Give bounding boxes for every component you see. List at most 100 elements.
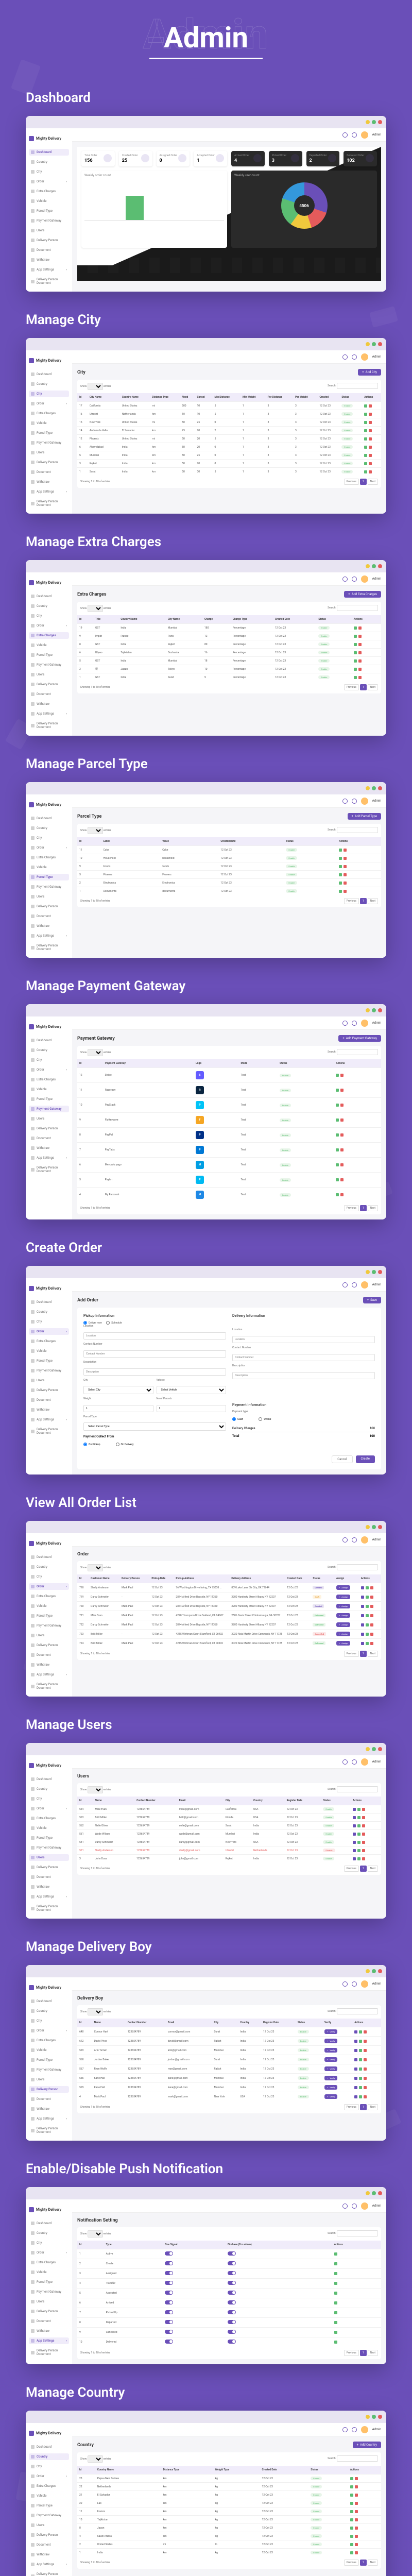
avatar[interactable] (361, 575, 368, 583)
sidebar-item-0[interactable]: Dashboard (29, 2220, 69, 2227)
col-header[interactable]: Created Date (260, 2466, 309, 2475)
edit-icon[interactable] (334, 2272, 337, 2275)
sidebar-item-6[interactable]: Parcel Type (29, 1096, 69, 1103)
minimize-icon[interactable] (366, 1270, 370, 1274)
sidebar-item-5[interactable]: Vehicle (29, 2269, 69, 2276)
sidebar-item-13[interactable]: Delivery Person Document (29, 2571, 69, 2576)
view-icon[interactable] (361, 1596, 364, 1599)
delete-icon[interactable] (340, 1089, 344, 1092)
view-icon[interactable] (354, 2058, 357, 2061)
avatar[interactable] (361, 2426, 368, 2433)
sidebar-item-13[interactable]: Delivery Person Document (29, 942, 69, 953)
bell-icon[interactable] (352, 1981, 357, 1987)
sidebar-item-1[interactable]: Country (29, 159, 69, 165)
sidebar-item-10[interactable]: Document (29, 469, 69, 476)
sidebar-item-3[interactable]: Order (29, 2027, 69, 2034)
col-header[interactable]: Status (308, 2466, 348, 2475)
bell-icon[interactable] (352, 1282, 357, 1287)
col-header[interactable]: City Name (88, 393, 120, 402)
delete-icon[interactable] (362, 1824, 365, 1827)
edit-icon[interactable] (336, 1193, 339, 1196)
edit-icon[interactable] (336, 1074, 339, 1077)
maximize-icon[interactable] (372, 342, 376, 346)
sidebar-item-1[interactable]: Country (29, 603, 69, 609)
sidebar-item-8[interactable]: Users (29, 2076, 69, 2083)
onesignal-toggle[interactable] (165, 2281, 173, 2285)
onesignal-toggle[interactable] (165, 2251, 173, 2256)
search-input[interactable] (337, 2008, 378, 2014)
edit-icon[interactable] (357, 1808, 360, 1811)
verify-button[interactable]: Verify (324, 2029, 337, 2034)
sidebar-item-12[interactable]: App Settings (29, 1416, 69, 1423)
search-input[interactable] (337, 1564, 378, 1570)
sidebar-item-7[interactable]: Payment Gateway (29, 1367, 69, 1374)
col-header[interactable]: Weight Type (213, 2466, 260, 2475)
sidebar-item-2[interactable]: City (29, 2018, 69, 2024)
edit-icon[interactable] (364, 437, 367, 440)
col-header[interactable]: Actions (334, 1059, 381, 1068)
edit-icon[interactable] (336, 1089, 339, 1092)
prev-button[interactable]: Previous (344, 479, 359, 485)
sidebar-item-8[interactable]: Users (29, 893, 69, 900)
sidebar-item-3[interactable]: Order (29, 2249, 69, 2256)
maximize-icon[interactable] (372, 1969, 376, 1973)
bell-icon[interactable] (352, 354, 357, 360)
delete-icon[interactable] (364, 2077, 367, 2080)
delete-icon[interactable] (355, 2510, 358, 2513)
sidebar-item-11[interactable]: Withdraw (29, 2328, 69, 2334)
minimize-icon[interactable] (366, 120, 370, 124)
minimize-icon[interactable] (366, 2415, 370, 2419)
col-header[interactable]: Status (311, 1574, 334, 1583)
col-header[interactable]: Created (317, 393, 339, 402)
minimize-icon[interactable] (366, 1525, 370, 1529)
col-header[interactable]: Per Distance (266, 393, 293, 402)
sidebar-item-12[interactable]: App Settings (29, 933, 69, 939)
globe-icon[interactable] (342, 577, 348, 582)
sidebar-item-9[interactable]: Delivery Person (29, 1387, 69, 1394)
sidebar-item-7[interactable]: Payment Gateway (29, 2289, 69, 2295)
view-icon[interactable] (354, 2086, 357, 2089)
col-header[interactable]: Delivery Person (119, 1574, 149, 1583)
assign-button[interactable]: Assign (336, 1613, 350, 1618)
verify-button[interactable]: Verify (324, 2039, 337, 2043)
delete-icon[interactable] (364, 2030, 367, 2033)
edit-icon[interactable] (357, 1816, 360, 1819)
page-1[interactable]: 1 (360, 1651, 367, 1657)
sidebar-item-4[interactable]: Extra Charges (29, 410, 69, 417)
sidebar-item-0[interactable]: Dashboard (29, 815, 69, 822)
edit-icon[interactable] (334, 2252, 337, 2256)
col-header[interactable]: Status (316, 615, 351, 624)
avatar[interactable] (361, 2202, 368, 2210)
sidebar-item-2[interactable]: City (29, 1057, 69, 1063)
sidebar-item-7[interactable]: Payment Gateway (29, 662, 69, 668)
delete-icon[interactable] (340, 1163, 344, 1166)
sidebar-item-10[interactable]: Document (29, 2318, 69, 2325)
col-header[interactable]: Id (77, 393, 88, 402)
prev-button[interactable]: Previous (344, 2560, 359, 2566)
sidebar-item-2[interactable]: City (29, 391, 69, 397)
view-icon[interactable] (353, 1816, 356, 1819)
col-header[interactable]: Id (77, 615, 93, 624)
delete-icon[interactable] (340, 1133, 344, 1137)
delete-icon[interactable] (364, 2040, 367, 2043)
delete-icon[interactable] (369, 470, 372, 473)
edit-icon[interactable] (334, 2262, 337, 2265)
assign-button[interactable]: Assign (336, 1595, 350, 1599)
page-1[interactable]: 1 (360, 2350, 367, 2356)
sidebar-item-9[interactable]: Delivery Person (29, 2086, 69, 2093)
close-icon[interactable] (378, 1969, 382, 1973)
prev-button[interactable]: Previous (344, 1866, 359, 1872)
delete-icon[interactable] (369, 421, 372, 424)
sidebar-item-5[interactable]: Vehicle (29, 2493, 69, 2499)
verify-button[interactable]: Verify (324, 2094, 337, 2099)
city-select[interactable]: Select City (83, 1386, 153, 1394)
delete-icon[interactable] (355, 2485, 358, 2488)
sidebar-item-13[interactable]: Delivery Person Document (29, 1903, 69, 1913)
sidebar-item-1[interactable]: Country (29, 1786, 69, 1792)
edit-icon[interactable] (339, 873, 342, 876)
minimize-icon[interactable] (366, 786, 370, 790)
edit-icon[interactable] (354, 659, 357, 663)
delete-icon[interactable] (358, 651, 362, 654)
cancel-button[interactable]: Cancel (332, 1455, 352, 1463)
col-header[interactable]: Logo (194, 1059, 239, 1068)
